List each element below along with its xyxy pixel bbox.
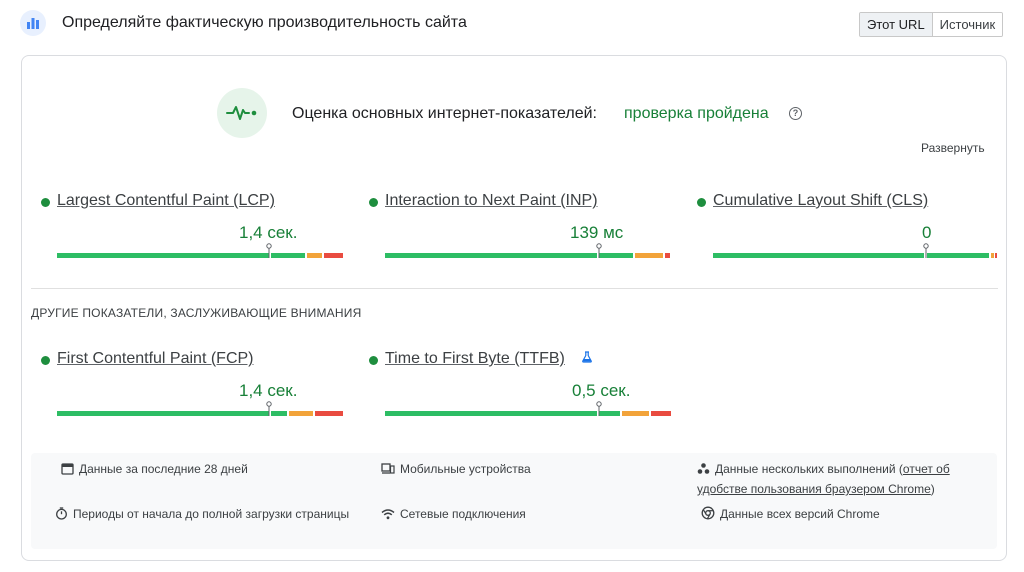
metric-lcp: Largest Contentful Paint (LCP) 1,4 сек. bbox=[41, 190, 343, 260]
field-data-card: Оценка основных интернет-показателей: пр… bbox=[21, 55, 1007, 561]
data-info-panel: Данные за последние 28 дней Мобильные ус… bbox=[31, 453, 997, 549]
marker-icon bbox=[923, 243, 929, 258]
metric-inp: Interaction to Next Paint (INP) 139 мс bbox=[369, 190, 670, 260]
info-network: Сетевые подключения bbox=[381, 504, 681, 524]
bar-chart-icon bbox=[20, 10, 46, 36]
help-icon[interactable]: ? bbox=[789, 107, 802, 120]
wifi-icon bbox=[381, 509, 395, 520]
assessment-title: Оценка основных интернет-показателей: bbox=[292, 105, 597, 122]
info-duration: Периоды от начала до полной загрузки стр… bbox=[55, 504, 355, 524]
distribution-bar bbox=[57, 243, 343, 258]
status-dot bbox=[369, 356, 378, 365]
marker-icon bbox=[266, 401, 272, 416]
info-period: Данные за последние 28 дней bbox=[61, 459, 361, 479]
tab-this-url[interactable]: Этот URL bbox=[860, 13, 933, 36]
page-header: Определяйте фактическую производительнос… bbox=[0, 0, 1024, 50]
marker-icon bbox=[596, 401, 602, 416]
metric-fcp: First Contentful Paint (FCP) 1,4 сек. bbox=[41, 348, 343, 418]
metric-name[interactable]: Cumulative Layout Shift (CLS) bbox=[713, 192, 928, 210]
status-dot bbox=[41, 198, 50, 207]
info-samples: Данные нескольких выполнений (отчет об у… bbox=[697, 462, 950, 496]
calendar-icon bbox=[61, 463, 74, 475]
info-devices: Мобильные устройства bbox=[381, 459, 681, 479]
assessment-status: проверка пройдена bbox=[624, 105, 769, 122]
metric-name[interactable]: Time to First Byte (TTFB) bbox=[385, 350, 565, 368]
metric-name[interactable]: First Contentful Paint (FCP) bbox=[57, 350, 254, 368]
status-dot bbox=[369, 198, 378, 207]
metric-name[interactable]: Interaction to Next Paint (INP) bbox=[385, 192, 598, 210]
divider bbox=[31, 288, 998, 289]
distribution-bar bbox=[385, 401, 671, 416]
samples-icon bbox=[697, 463, 710, 474]
page-title: Определяйте фактическую производительнос… bbox=[62, 14, 467, 31]
status-dot bbox=[41, 356, 50, 365]
distribution-bar bbox=[713, 243, 999, 258]
metric-ttfb: Time to First Byte (TTFB) 0,5 сек. bbox=[369, 348, 671, 418]
section-heading: ДРУГИЕ ПОКАЗАТЕЛИ, ЗАСЛУЖИВАЮЩИЕ ВНИМАНИ… bbox=[31, 306, 362, 320]
devices-icon bbox=[381, 463, 395, 474]
metric-name[interactable]: Largest Contentful Paint (LCP) bbox=[57, 192, 275, 210]
marker-icon bbox=[266, 243, 272, 258]
metric-value: 0 bbox=[922, 223, 932, 242]
expand-button[interactable]: Развернуть bbox=[921, 141, 985, 155]
metric-value: 0,5 сек. bbox=[572, 381, 631, 400]
metric-cls: Cumulative Layout Shift (CLS) 0 bbox=[697, 190, 997, 260]
distribution-bar bbox=[385, 243, 671, 258]
chrome-icon bbox=[701, 506, 715, 520]
status-dot bbox=[697, 198, 706, 207]
timer-icon bbox=[56, 507, 67, 520]
url-origin-toggle: Этот URL Источник bbox=[859, 12, 1004, 37]
info-versions: Данные всех версий Chrome bbox=[701, 504, 991, 524]
metric-value: 139 мс bbox=[570, 223, 624, 242]
distribution-bar bbox=[57, 401, 343, 416]
pulse-icon bbox=[217, 88, 267, 138]
metric-value: 1,4 сек. bbox=[239, 381, 298, 400]
tab-origin[interactable]: Источник bbox=[932, 13, 1003, 36]
flask-icon bbox=[582, 351, 592, 363]
metric-value: 1,4 сек. bbox=[239, 223, 298, 242]
marker-icon bbox=[596, 243, 602, 258]
